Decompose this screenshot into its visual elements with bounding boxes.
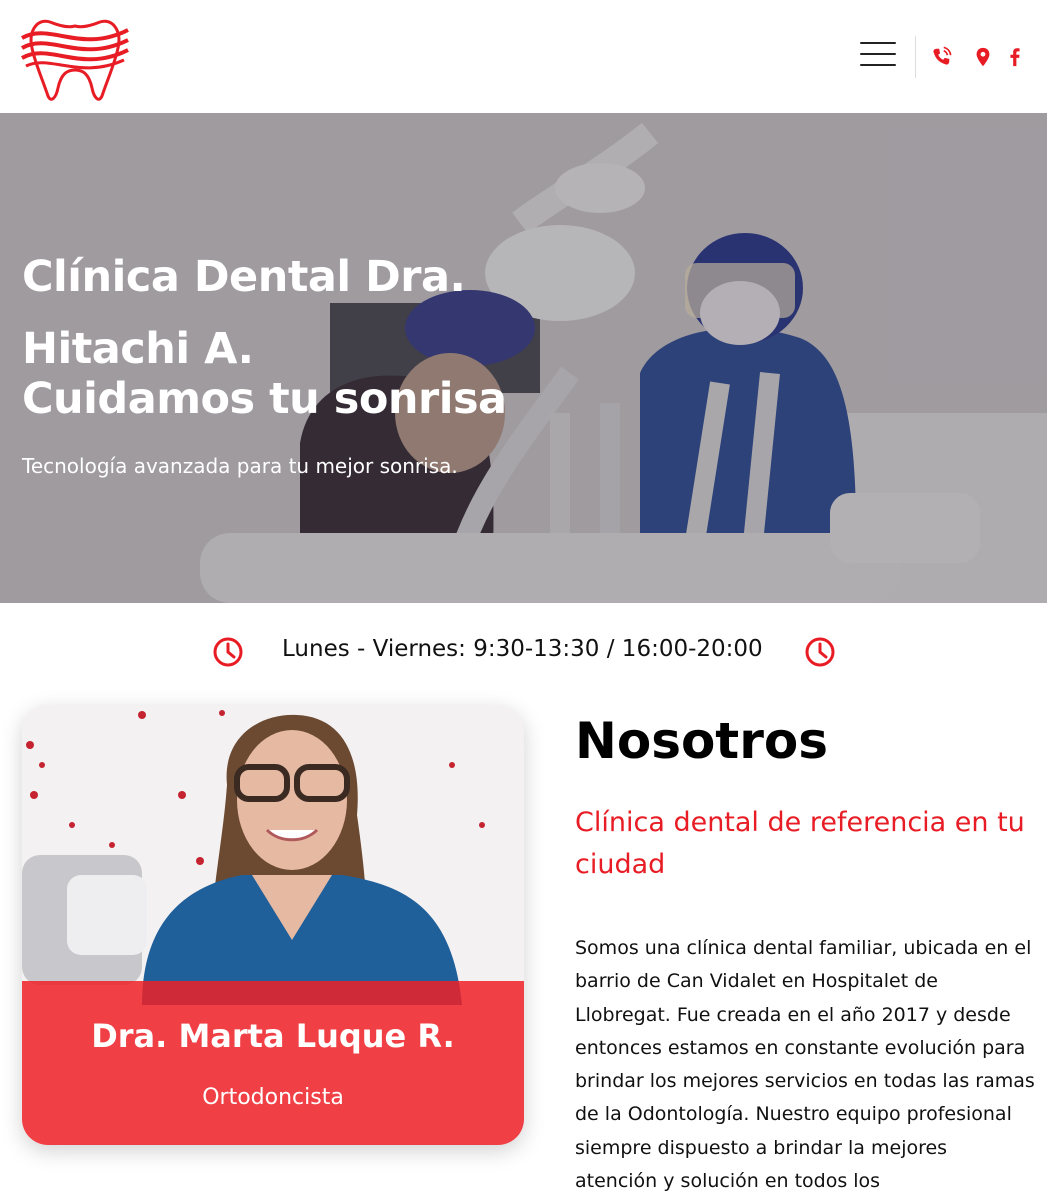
hero-banner: Clínica Dental Dra. Hitachi A. Cuidamos … — [0, 113, 1047, 603]
hero-subtitle: Tecnología avanzada para tu mejor sonris… — [22, 454, 458, 478]
site-header — [0, 0, 1047, 113]
about-body: Somos una clínica dental familiar, ubica… — [575, 937, 1035, 1192]
doctor-card-band — [22, 981, 524, 1145]
hero-title-line1: Clínica Dental Dra. — [22, 252, 466, 302]
tooth-logo-icon[interactable] — [20, 8, 130, 104]
phone-icon[interactable] — [930, 46, 952, 68]
doctor-card[interactable]: Dra. Marta Luque R. Ortodoncista — [22, 705, 524, 1145]
clock-icon — [805, 637, 835, 667]
about-title: Nosotros — [575, 712, 828, 770]
clock-icon — [213, 637, 243, 667]
hero-tagline: Cuidamos tu sonrisa — [22, 374, 507, 424]
hamburger-menu-icon[interactable] — [860, 42, 896, 70]
doctor-role: Ortodoncista — [202, 1085, 344, 1110]
hero-title: Clínica Dental Dra. Hitachi A. — [22, 241, 542, 385]
doctor-name: Dra. Marta Luque R. — [91, 1017, 455, 1055]
facebook-icon[interactable] — [1004, 46, 1026, 68]
opening-hours-text: Lunes - Viernes: 9:30-13:30 / 16:00-20:0… — [282, 636, 763, 662]
header-divider — [915, 36, 916, 78]
about-subtitle: Clínica dental de referencia en tu ciuda… — [575, 807, 1025, 880]
location-pin-icon[interactable] — [972, 46, 994, 68]
